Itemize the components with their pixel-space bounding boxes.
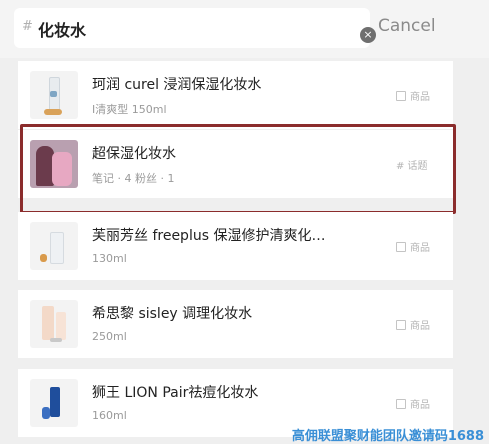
item-tag: 商品 (396, 239, 430, 254)
hashtag-icon: # (22, 19, 33, 34)
result-item-sisley[interactable]: 希思黎 sisley 调理化妆水 250ml 商品 (18, 290, 453, 358)
item-subtitle: 130ml (92, 252, 127, 265)
item-title: 珂润 curel 浸润保湿化妆水 (92, 77, 262, 93)
item-tag: 商品 (396, 88, 430, 103)
item-title: 芙丽芳丝 freeplus 保湿修护清爽化… (92, 228, 326, 244)
item-subtitle: I清爽型 150ml (92, 103, 167, 116)
item-tag: 商品 (396, 396, 430, 411)
item-title: 希思黎 sisley 调理化妆水 (92, 306, 253, 322)
product-thumbnail (30, 71, 78, 119)
cancel-button[interactable]: Cancel (378, 16, 436, 36)
item-tag: 商品 (396, 317, 430, 332)
watermark-text: 高佣联盟聚财能团队邀请码1688 (291, 429, 484, 444)
product-thumbnail (30, 300, 78, 348)
clear-icon[interactable]: × (360, 27, 376, 43)
item-tag-label: 商品 (410, 321, 430, 332)
result-item-freeplus[interactable]: 芙丽芳丝 freeplus 保湿修护清爽化… 130ml 商品 (18, 212, 453, 280)
product-thumbnail (30, 222, 78, 270)
search-bar: # 化妆水 × Cancel (0, 0, 489, 58)
product-box-icon (396, 242, 406, 252)
item-subtitle: 250ml (92, 330, 127, 343)
item-tag-label: 商品 (410, 400, 430, 411)
item-subtitle: 160ml (92, 409, 127, 422)
item-tag-label: 商品 (410, 243, 430, 254)
search-input[interactable]: # 化妆水 × (14, 8, 376, 48)
item-tag-label: 商品 (410, 92, 430, 103)
product-thumbnail (30, 379, 78, 427)
search-query-text: 化妆水 (38, 21, 87, 40)
product-box-icon (396, 320, 406, 330)
product-box-icon (396, 399, 406, 409)
result-item-curel[interactable]: 珂润 curel 浸润保湿化妆水 I清爽型 150ml 商品 (18, 61, 453, 129)
product-box-icon (396, 91, 406, 101)
item-title: 狮王 LION Pair祛痘化妆水 (92, 385, 259, 401)
highlight-box (20, 124, 456, 214)
